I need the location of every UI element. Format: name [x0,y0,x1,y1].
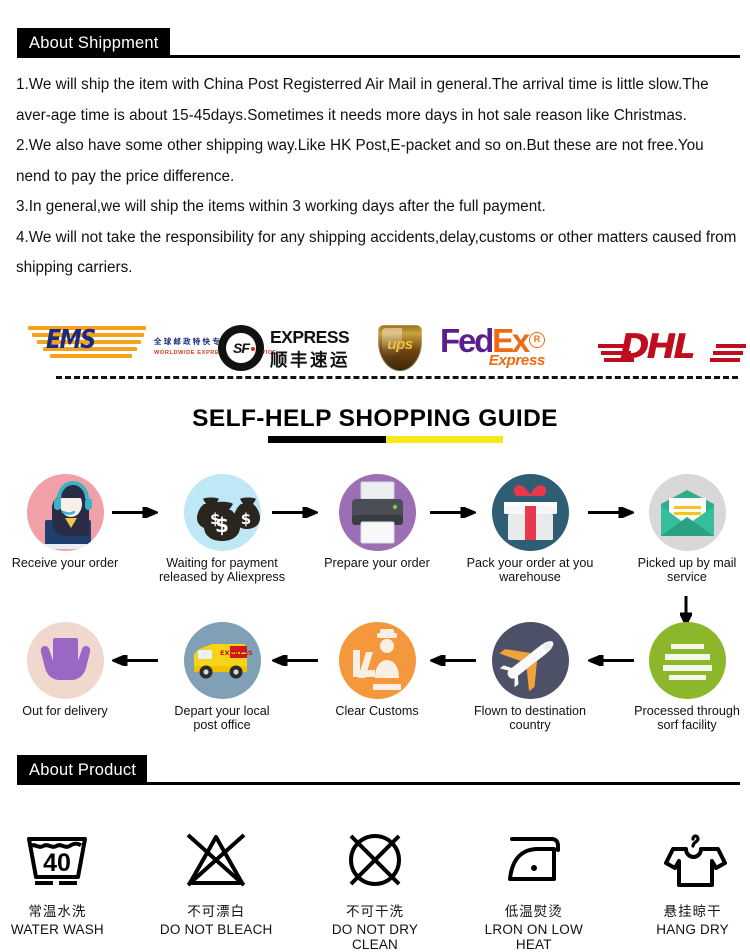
flow-step-out-for-delivery: Out for delivery [0,622,140,718]
svg-text:EXPRESS: EXPRESS [220,649,253,657]
care-label-cn: 常温水洗 [28,904,87,919]
care-label-en: DO NOT DRY CLEAN [331,922,419,952]
care-item-do-not-dry-clean: 不可干洗 DO NOT DRY CLEAN [318,822,433,952]
envelope-icon [648,474,726,551]
money-bags-icon: $ $ $ [183,474,261,551]
delivery-van-icon: EXPRESS [183,622,261,699]
flow-step-label: Out for delivery [22,704,108,718]
shopping-flow-row-1: Receive your order $ $ $ Waiting for pay… [0,474,750,589]
customs-officer-icon [338,622,416,699]
care-instructions-row: 40 常温水洗 WATER WASH 不可漂白 DO NOT BLEACH 不可… [0,822,750,952]
svg-text:$: $ [215,513,229,537]
flow-step-clear-customs: Clear Customs [302,622,452,718]
customer-service-icon [26,474,104,551]
flow-step-picked-up: Picked up by mail service [612,474,750,584]
shipment-paragraph-2: 2.We also have some other shipping way.L… [16,137,704,185]
shipment-paragraph-3: 3.In general,we will ship the items with… [16,198,546,215]
ups-wordmark: ups [387,336,413,353]
underline-black-half [268,436,386,443]
about-product-header: About Product [17,755,740,785]
printer-icon [338,474,416,551]
flow-step-pack-order: Pack your order at you warehouse [455,474,605,584]
wash-temperature-value: 40 [43,849,71,877]
flow-step-label: Processed through sorf facility [634,704,740,733]
sf-express-label: EXPRESS [270,327,350,347]
flow-step-label: Flown to destination country [473,704,586,733]
flow-step-flown-destination: Flown to destination country [455,622,605,732]
care-label-en: LRON ON LOW HEAT [484,922,583,952]
care-label-cn: 不可漂白 [187,904,246,919]
sf-red-dot-icon [251,347,255,351]
ems-logo-icon: EMS 全球邮政特快专递 WORLDWIDE EXPRESS MAIL SERV… [28,324,276,370]
do-not-dry-clean-icon [318,822,433,898]
hands-package-icon [26,622,104,699]
shopping-flow-row-2: Out for delivery EXPRESS Depart your loc… [0,622,750,742]
flow-step-waiting-payment: $ $ $ Waiting for payment released by Ali… [147,474,297,584]
water-wash-40-icon: 40 [0,822,115,898]
svg-text:$: $ [240,510,250,528]
carrier-logos-strip: EMS 全球邮政特快专递 WORLDWIDE EXPRESS MAIL SERV… [20,322,746,374]
sf-chinese-label: 顺丰速运 [270,350,350,370]
care-item-water-wash: 40 常温水洗 WATER WASH [0,822,115,952]
gift-box-icon [491,474,569,551]
about-shippment-title: About Shippment [17,28,170,58]
flow-step-label: Clear Customs [335,704,419,718]
about-shippment-header: About Shippment [17,28,740,58]
flow-step-label: Depart your local post office [174,704,270,733]
flow-step-label: Picked up by mail service [637,556,737,585]
care-label-en: WATER WASH [10,922,104,937]
airplane-icon [491,622,569,699]
care-item-do-not-bleach: 不可漂白 DO NOT BLEACH [159,822,274,952]
ups-logo-icon: ups [378,325,422,371]
ems-wordmark: EMS [46,325,96,355]
shipment-text-block: 1.We will ship the item with China Post … [16,70,738,284]
guide-underline [268,436,503,443]
care-label-en: DO NOT BLEACH [159,922,273,937]
flow-step-label: Prepare your order [324,556,430,570]
fedex-fed-text: Fed [440,322,494,359]
care-item-iron-low-heat: 低温熨烫 LRON ON LOW HEAT [476,822,591,952]
registered-mark-icon: R [529,332,546,348]
sorting-lines-icon [648,622,726,699]
shipment-paragraph-4: 4.We will not take the responsibility fo… [16,228,737,277]
dhl-logo-icon: DHL [598,326,746,370]
fedex-logo-icon: FedEx R Express [440,324,545,372]
flow-step-label: Waiting for payment released by Aliexpres… [158,556,285,585]
shipment-paragraph-1: 1.We will ship the item with China Post … [16,76,709,124]
dhl-wordmark: DHL [620,327,696,367]
hang-dry-icon [635,822,750,898]
sf-badge-icon: SF [218,325,264,371]
flow-step-depart-post-office: EXPRESS Depart your local post office [147,622,297,732]
care-label-cn: 悬挂晾干 [663,904,722,919]
care-item-hang-dry: 悬挂晾干 HANG DRY [635,822,750,952]
flow-step-processed-sorf-facility: Processed through sorf facility [612,622,750,732]
do-not-bleach-icon [159,822,274,898]
iron-low-heat-icon [476,822,591,898]
dashed-divider [56,376,738,379]
flow-step-label: Pack your order at you warehouse [466,556,594,585]
care-label-en: HANG DRY [656,922,729,937]
flow-step-prepare-order: Prepare your order [302,474,452,570]
underline-yellow-half [385,436,503,443]
about-product-title: About Product [17,755,148,785]
guide-title: SELF-HELP SHOPPING GUIDE [192,405,558,432]
flow-step-label: Receive your order [11,556,119,570]
flow-step-receive-order: Receive your order [0,474,140,570]
care-label-cn: 不可干洗 [345,904,404,919]
care-label-cn: 低温熨烫 [504,904,563,919]
